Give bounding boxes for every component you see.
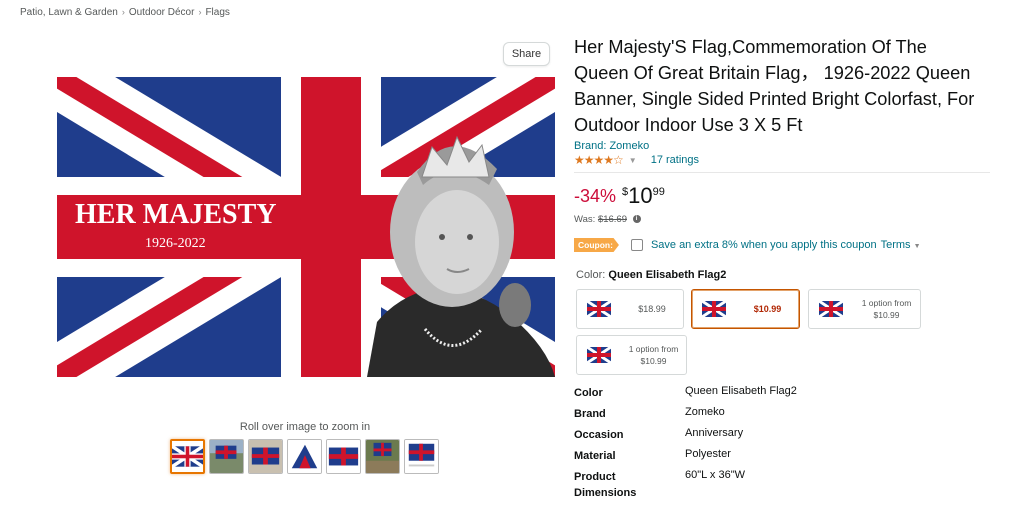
share-button[interactable]: Share bbox=[503, 42, 550, 66]
thumbnail-strip bbox=[170, 439, 439, 474]
outdoor-photo-icon bbox=[210, 440, 243, 473]
breadcrumb-item-patio[interactable]: Patio, Lawn & Garden bbox=[20, 7, 118, 18]
thumbnail-6[interactable] bbox=[365, 439, 400, 474]
product-title: Her Majesty'S Flag,Commemoration Of The … bbox=[574, 37, 975, 135]
spec-value: Zomeko bbox=[685, 406, 725, 418]
swatch-option-3[interactable]: 1 option from $10.99 bbox=[808, 289, 921, 329]
coupon-checkbox[interactable] bbox=[630, 239, 643, 251]
banner-title: HER MAJESTY bbox=[75, 199, 276, 230]
thumbnail-7[interactable] bbox=[404, 439, 439, 474]
thumbnail-3[interactable] bbox=[248, 439, 283, 474]
was-price: $16.69 bbox=[597, 214, 627, 225]
swatch-price: $10.99 bbox=[753, 304, 782, 314]
star-rating-icon[interactable]: ★★★★☆ bbox=[574, 153, 624, 167]
thumbnail-1[interactable] bbox=[170, 439, 205, 474]
chevron-down-icon: ▼ bbox=[913, 243, 921, 250]
flag-swatch-icon bbox=[587, 301, 611, 317]
folded-flag-icon bbox=[288, 440, 321, 473]
breadcrumb-item-flags[interactable]: Flags bbox=[205, 7, 229, 18]
thumbnail-2[interactable] bbox=[209, 439, 244, 474]
flag-swatch-icon bbox=[587, 347, 611, 363]
price-whole: 10 bbox=[628, 183, 653, 208]
rating-row: ★★★★☆ ▼ 17 ratings bbox=[574, 153, 699, 167]
swatch-availability: 1 option from $10.99 bbox=[628, 344, 679, 366]
garden-photo-icon bbox=[366, 440, 399, 473]
flag-swatch-icon bbox=[702, 301, 726, 317]
spec-value: 60"L x 36"W bbox=[685, 469, 745, 481]
main-product-image[interactable]: HER MAJESTY 1926-2022 bbox=[57, 77, 555, 377]
coupon-row: Coupon: Save an extra 8% when you apply … bbox=[574, 238, 921, 252]
chevron-down-icon[interactable]: ▼ bbox=[629, 156, 637, 165]
breadcrumb: Patio, Lawn & Garden › Outdoor Décor › Flags bbox=[20, 7, 230, 18]
union-jack-flag-image: HER MAJESTY 1926-2022 bbox=[57, 77, 555, 377]
spec-value: Queen Elisabeth Flag2 bbox=[685, 385, 797, 397]
spec-value: Anniversary bbox=[685, 427, 744, 439]
flag-detail-icon bbox=[327, 440, 360, 473]
swatch-option-1[interactable]: $18.99 bbox=[576, 289, 684, 329]
color-option-label: Color: Queen Elisabeth Flag2 bbox=[576, 269, 726, 281]
banner-years: 1926-2022 bbox=[145, 236, 206, 251]
was-label: Was: bbox=[574, 214, 596, 225]
ratings-count-link[interactable]: 17 ratings bbox=[651, 154, 699, 166]
was-price-line: Was: $16.69 i bbox=[574, 214, 641, 225]
color-value: Queen Elisabeth Flag2 bbox=[608, 269, 727, 281]
spec-key: Occasion bbox=[574, 429, 624, 441]
spec-key: Brand bbox=[574, 408, 606, 420]
zoom-hint: Roll over image to zoom in bbox=[239, 421, 371, 433]
info-icon[interactable]: i bbox=[632, 215, 641, 224]
window-photo-icon bbox=[249, 440, 282, 473]
breadcrumb-separator: › bbox=[121, 7, 125, 17]
discount-percent: -34% bbox=[574, 186, 617, 206]
divider bbox=[574, 172, 990, 173]
spec-value: Polyester bbox=[685, 448, 731, 460]
breadcrumb-separator: › bbox=[198, 7, 202, 17]
swatch-option-2[interactable]: $10.99 bbox=[691, 289, 800, 329]
brand-link[interactable]: Brand: Zomeko bbox=[574, 140, 649, 152]
flag-size-icon bbox=[405, 440, 438, 473]
swatch-availability: 1 option from $10.99 bbox=[861, 298, 912, 320]
spec-key: Material bbox=[574, 450, 616, 462]
coupon-terms-link[interactable]: Terms ▼ bbox=[881, 239, 921, 251]
breadcrumb-item-outdoor-decor[interactable]: Outdoor Décor bbox=[129, 7, 195, 18]
flag-swatch-icon bbox=[819, 301, 843, 317]
color-key: Color: bbox=[576, 269, 606, 281]
swatch-option-4[interactable]: 1 option from $10.99 bbox=[576, 335, 687, 375]
price-fraction: 99 bbox=[652, 186, 665, 198]
coupon-text[interactable]: Save an extra 8% when you apply this cou… bbox=[651, 239, 877, 251]
swatch-price: $18.99 bbox=[638, 304, 666, 314]
coupon-badge: Coupon: bbox=[574, 238, 619, 252]
flag-thumbnail-icon bbox=[172, 444, 203, 469]
price-block: -34% $ 10 99 bbox=[574, 184, 665, 208]
spec-key: Color bbox=[574, 387, 603, 399]
thumbnail-5[interactable] bbox=[326, 439, 361, 474]
thumbnail-4[interactable] bbox=[287, 439, 322, 474]
spec-key: Product Dimensions bbox=[574, 471, 637, 499]
